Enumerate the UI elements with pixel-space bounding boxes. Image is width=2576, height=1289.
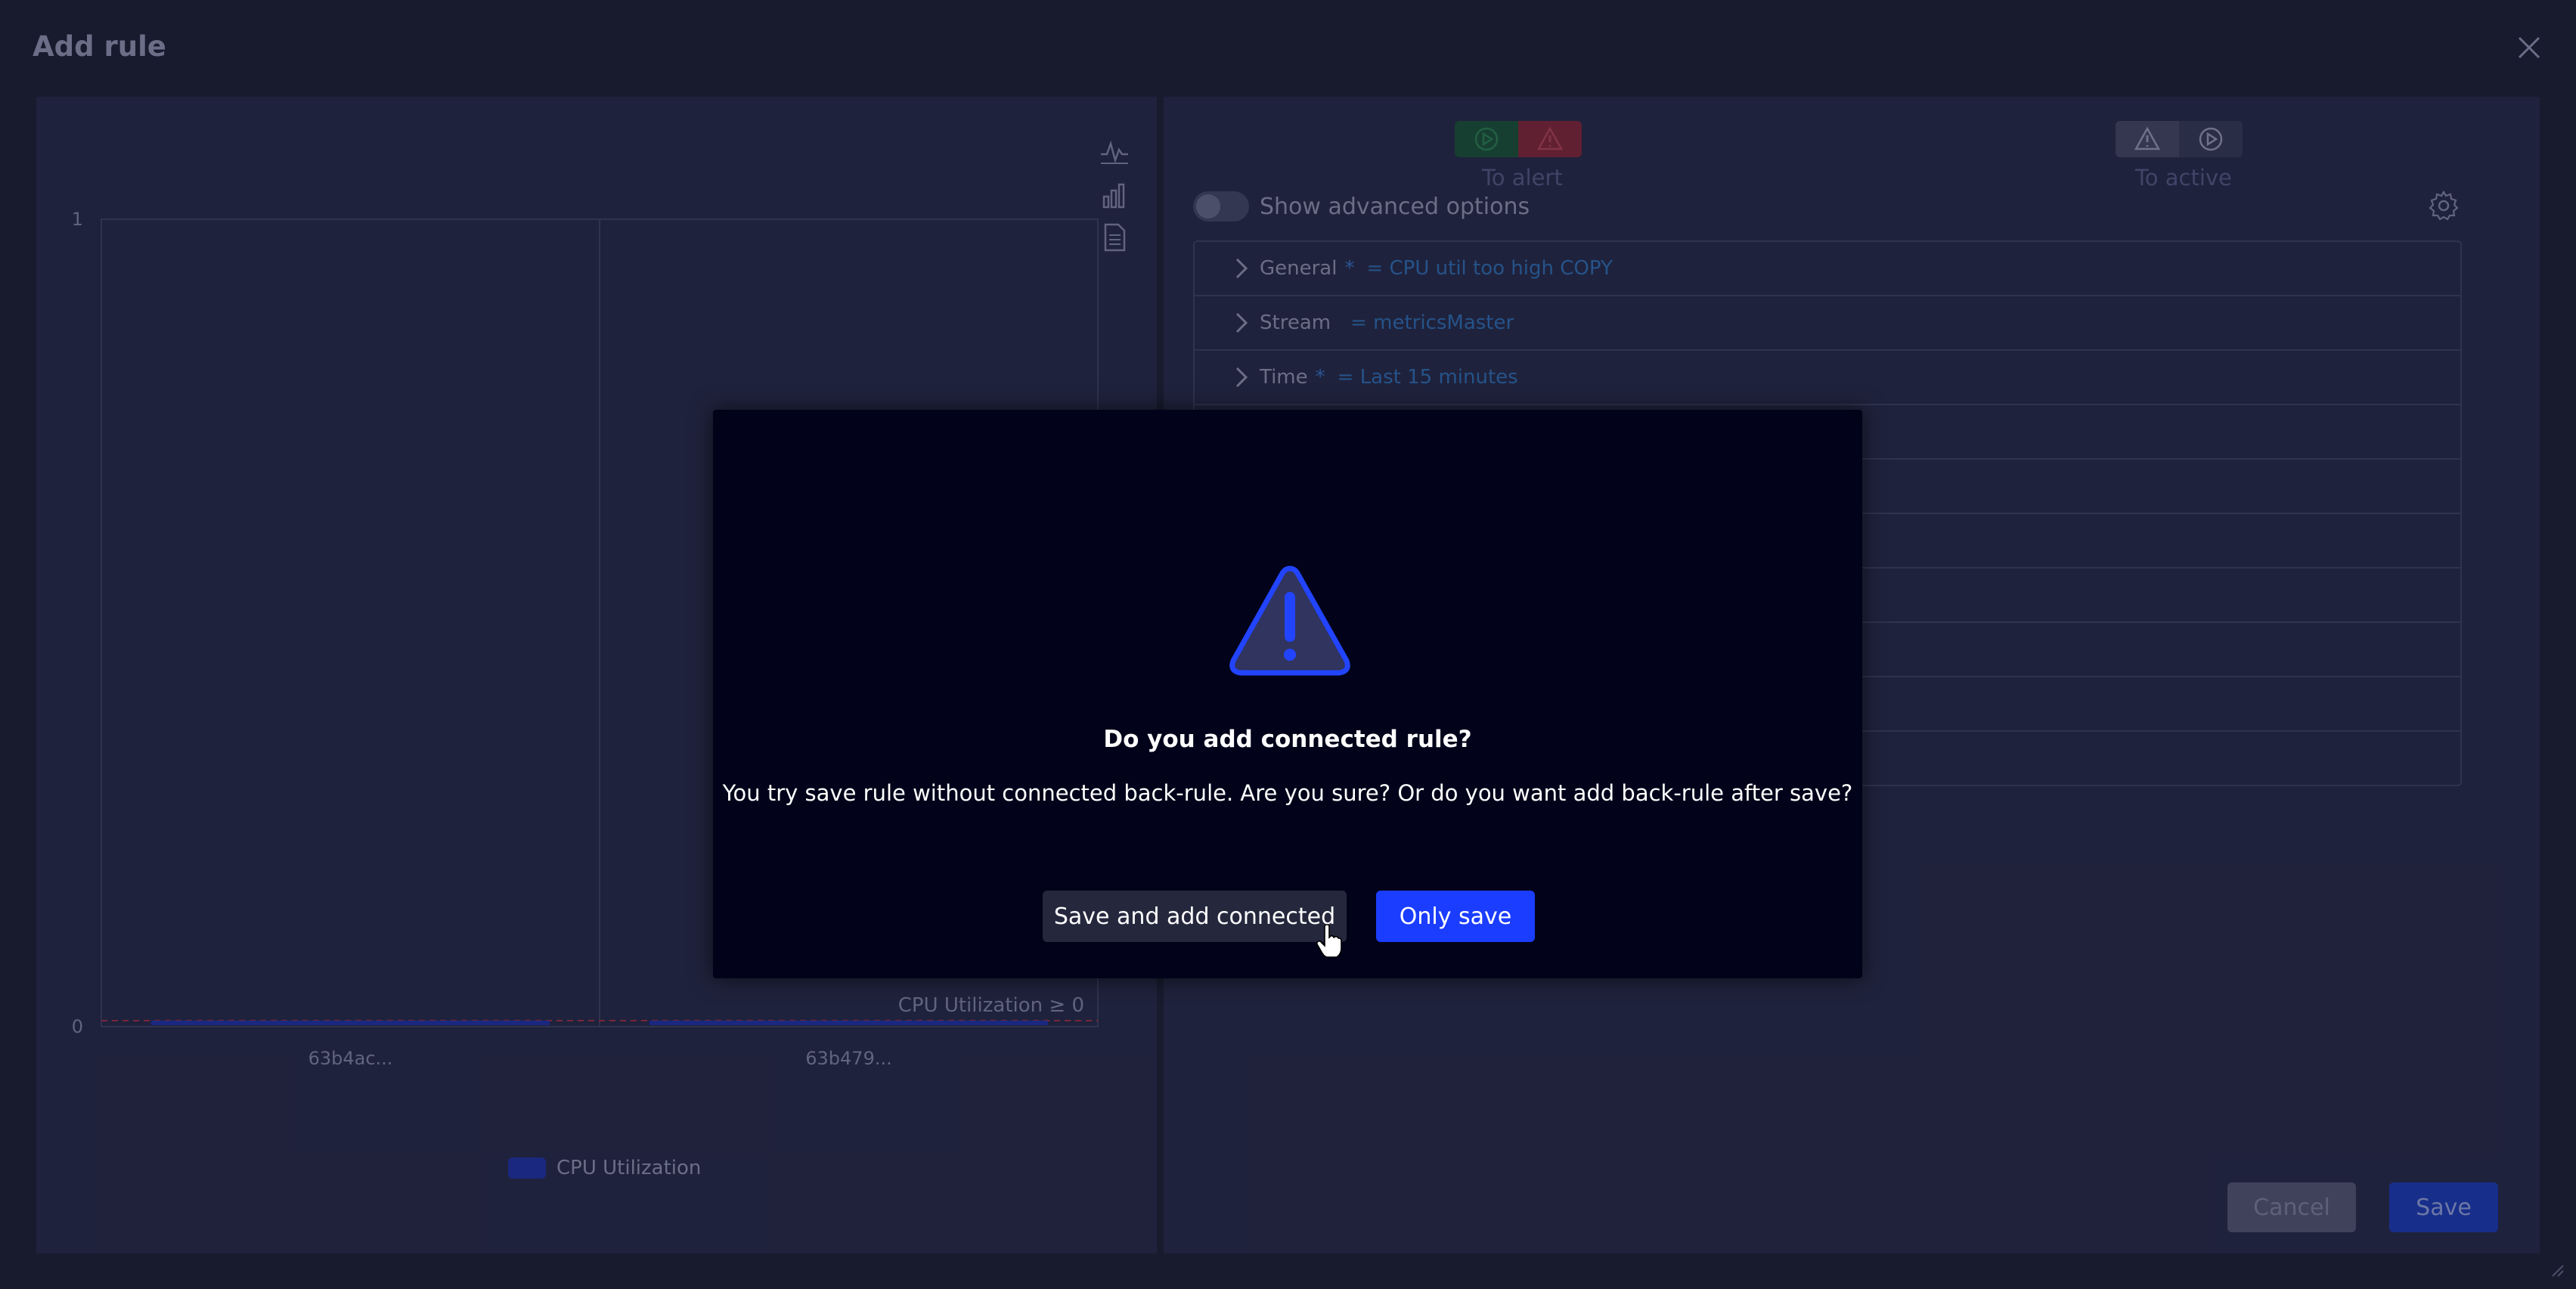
pointer-cursor-icon: [1316, 924, 1343, 959]
only-save-button[interactable]: Only save: [1376, 891, 1535, 942]
dialog-title: Do you add connected rule?: [1103, 726, 1472, 753]
dialog-message: You try save rule without connected back…: [722, 780, 1853, 806]
save-and-add-connected-button[interactable]: Save and add connected: [1043, 891, 1347, 942]
confirm-dialog: Do you add connected rule? You try save …: [713, 410, 1862, 978]
warning-icon: [1226, 561, 1354, 682]
